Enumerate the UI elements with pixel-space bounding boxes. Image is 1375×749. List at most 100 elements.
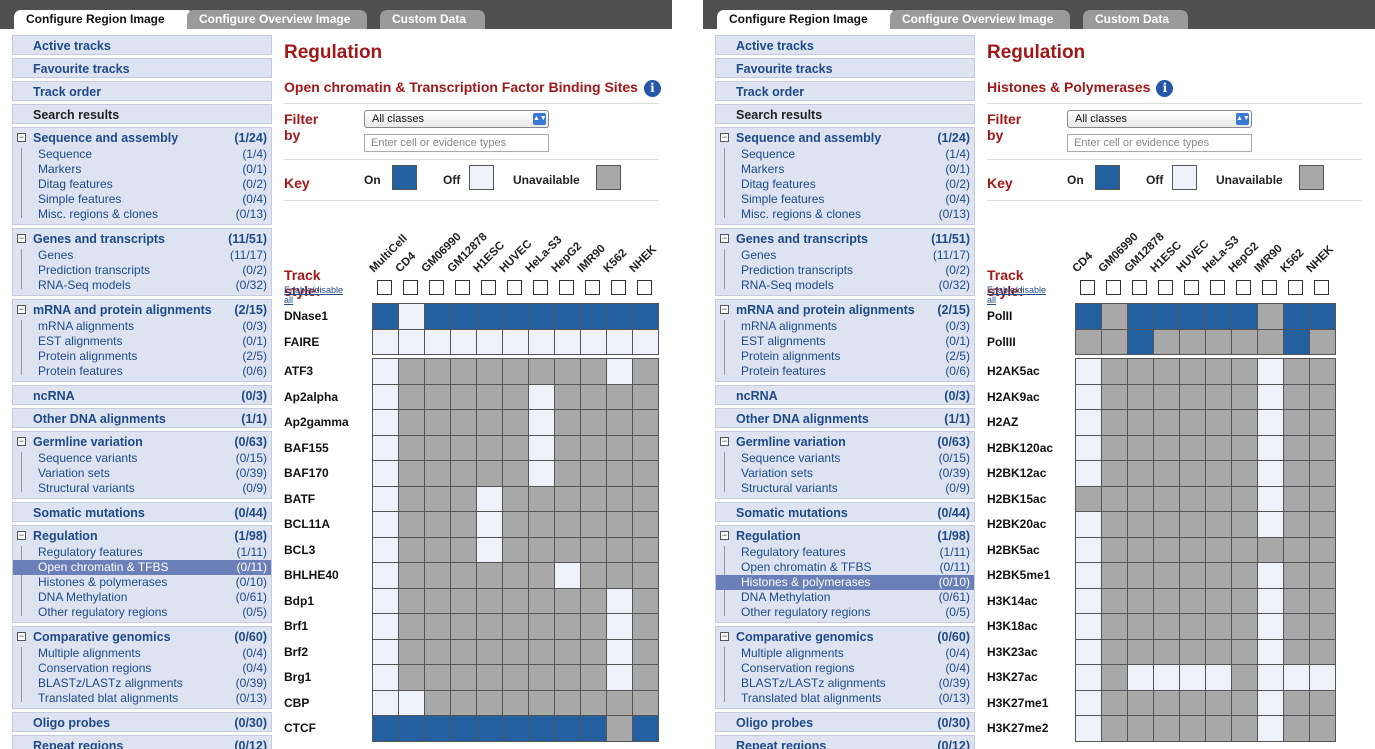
sidebar-section-label[interactable]: Search results [736, 108, 822, 122]
sidebar-section-label[interactable]: Active tracks [736, 39, 814, 53]
sidebar-section-label[interactable]: Somatic mutations [736, 506, 848, 520]
tab-configure-region-image[interactable]: Configure Region Image [14, 10, 194, 29]
sidebar-section-ncrna[interactable]: ncRNA (0/3) [715, 385, 975, 405]
sidebar-section-label[interactable]: Other DNA alignments [736, 412, 869, 426]
track-cell[interactable] [398, 689, 425, 716]
sidebar-item-dna-methylation[interactable]: DNA Methylation (0/61) [13, 590, 271, 605]
track-cell[interactable] [424, 715, 451, 742]
sidebar-section-label[interactable]: Favourite tracks [33, 62, 130, 76]
sidebar-section-label[interactable]: Search results [33, 108, 119, 122]
sidebar-item-prediction-transcripts[interactable]: Prediction transcripts (0/2) [716, 263, 974, 278]
sidebar-item-genes[interactable]: Genes (11/17) [13, 248, 271, 263]
sidebar-item-variation-sets[interactable]: Variation sets (0/39) [716, 466, 974, 481]
sidebar-section-label[interactable]: Favourite tracks [736, 62, 833, 76]
track-cell[interactable] [1257, 409, 1284, 436]
sidebar-section-label[interactable]: Active tracks [33, 39, 111, 53]
sidebar-section-repeat-regions[interactable]: Repeat regions (0/12) [12, 735, 272, 749]
sidebar-section-label[interactable]: Comparative genomics [736, 630, 874, 644]
sidebar-item-misc-regions-clones[interactable]: Misc. regions & clones (0/13) [13, 207, 271, 222]
track-cell[interactable] [1075, 460, 1102, 487]
sidebar-item-rna-seq-models[interactable]: RNA-Seq models (0/32) [716, 278, 974, 293]
collapse-toggle-icon[interactable]: − [720, 632, 729, 641]
track-cell[interactable] [632, 715, 659, 742]
track-cell[interactable] [450, 303, 477, 330]
track-cell[interactable] [1283, 303, 1310, 330]
sidebar-item-open-chromatin-tfbs[interactable]: Open chromatin & TFBS (0/11) [13, 560, 271, 575]
sidebar-section-label[interactable]: Genes and transcripts [736, 232, 868, 246]
sidebar-item-other-regulatory-regions[interactable]: Other regulatory regions (0/5) [716, 605, 974, 620]
track-cell[interactable] [1179, 664, 1206, 691]
track-cell[interactable] [372, 562, 399, 589]
sidebar-section-label[interactable]: Sequence and assembly [736, 131, 881, 145]
sidebar-section-comparative-genomics[interactable]: − Comparative genomics (0/60) Multiple alig… [715, 626, 975, 709]
sidebar-section-mrna-and-protein-alignments[interactable]: − mRNA and protein alignments (2/15) mRNA a… [12, 299, 272, 382]
collapse-toggle-icon[interactable]: − [17, 234, 26, 243]
collapse-toggle-icon[interactable]: − [17, 305, 26, 314]
sidebar-section-favourite-tracks[interactable]: Favourite tracks [715, 58, 975, 78]
track-cell[interactable] [450, 328, 477, 355]
sidebar-section-other-dna-alignments[interactable]: Other DNA alignments (1/1) [12, 408, 272, 428]
track-cell[interactable] [528, 434, 555, 461]
sidebar-item-multiple-alignments[interactable]: Multiple alignments (0/4) [716, 646, 974, 661]
sidebar-item-protein-features[interactable]: Protein features (0/6) [13, 364, 271, 379]
sidebar-section-somatic-mutations[interactable]: Somatic mutations (0/44) [12, 502, 272, 522]
sidebar-section-label[interactable]: Track order [736, 85, 804, 99]
sidebar-section-active-tracks[interactable]: Active tracks [715, 35, 975, 55]
sidebar-item-markers[interactable]: Markers (0/1) [716, 162, 974, 177]
sidebar-section-label[interactable]: Track order [33, 85, 101, 99]
sidebar-section-label[interactable]: Repeat regions [33, 739, 123, 749]
track-cell[interactable] [398, 303, 425, 330]
column-toggle-checkbox[interactable] [1158, 280, 1173, 295]
sidebar-item-variation-sets[interactable]: Variation sets (0/39) [13, 466, 271, 481]
track-cell[interactable] [528, 303, 555, 330]
track-cell[interactable] [554, 303, 581, 330]
sidebar-item-sequence[interactable]: Sequence (1/4) [716, 147, 974, 162]
sidebar-section-label[interactable]: Oligo probes [736, 716, 813, 730]
track-cell[interactable] [554, 328, 581, 355]
column-toggle-checkbox[interactable] [1236, 280, 1251, 295]
track-cell[interactable] [1257, 358, 1284, 385]
sidebar-section-somatic-mutations[interactable]: Somatic mutations (0/44) [715, 502, 975, 522]
track-cell[interactable] [1075, 409, 1102, 436]
sidebar-item-ditag-features[interactable]: Ditag features (0/2) [13, 177, 271, 192]
sidebar-section-oligo-probes[interactable]: Oligo probes (0/30) [715, 712, 975, 732]
sidebar-item-other-regulatory-regions[interactable]: Other regulatory regions (0/5) [13, 605, 271, 620]
track-cell[interactable] [502, 715, 529, 742]
track-cell[interactable] [1205, 303, 1232, 330]
column-toggle-checkbox[interactable] [585, 280, 600, 295]
column-toggle-checkbox[interactable] [1080, 280, 1095, 295]
track-cell[interactable] [528, 460, 555, 487]
column-toggle-checkbox[interactable] [507, 280, 522, 295]
track-cell[interactable] [606, 613, 633, 640]
track-cell[interactable] [372, 638, 399, 665]
sidebar-item-sequence-variants[interactable]: Sequence variants (0/15) [13, 451, 271, 466]
tab-configure-overview-image[interactable]: Configure Overview Image [187, 10, 367, 29]
sidebar-section-label[interactable]: Comparative genomics [33, 630, 171, 644]
sidebar-item-sequence[interactable]: Sequence (1/4) [13, 147, 271, 162]
column-toggle-checkbox[interactable] [1210, 280, 1225, 295]
sidebar-item-structural-variants[interactable]: Structural variants (0/9) [13, 481, 271, 496]
track-cell[interactable] [450, 715, 477, 742]
track-cell[interactable] [476, 303, 503, 330]
track-cell[interactable] [606, 303, 633, 330]
sidebar-item-conservation-regions[interactable]: Conservation regions (0/4) [13, 661, 271, 676]
sidebar-section-label[interactable]: ncRNA [33, 389, 75, 403]
track-cell[interactable] [1075, 664, 1102, 691]
collapse-toggle-icon[interactable]: − [720, 437, 729, 446]
sidebar-item-translated-blat-alignments[interactable]: Translated blat alignments (0/13) [716, 691, 974, 706]
track-cell[interactable] [528, 715, 555, 742]
track-cell[interactable] [1075, 536, 1102, 563]
sidebar-item-regulatory-features[interactable]: Regulatory features (1/11) [716, 545, 974, 560]
sidebar-section-regulation[interactable]: − Regulation (1/98) Regulatory features (1/1… [12, 525, 272, 623]
track-cell[interactable] [372, 434, 399, 461]
track-cell[interactable] [502, 328, 529, 355]
sidebar-section-active-tracks[interactable]: Active tracks [12, 35, 272, 55]
collapse-toggle-icon[interactable]: − [17, 531, 26, 540]
track-cell[interactable] [1205, 664, 1232, 691]
column-toggle-checkbox[interactable] [1262, 280, 1277, 295]
track-cell[interactable] [606, 664, 633, 691]
track-cell[interactable] [1257, 664, 1284, 691]
sidebar-item-genes[interactable]: Genes (11/17) [716, 248, 974, 263]
track-cell[interactable] [528, 409, 555, 436]
sidebar-item-structural-variants[interactable]: Structural variants (0/9) [716, 481, 974, 496]
